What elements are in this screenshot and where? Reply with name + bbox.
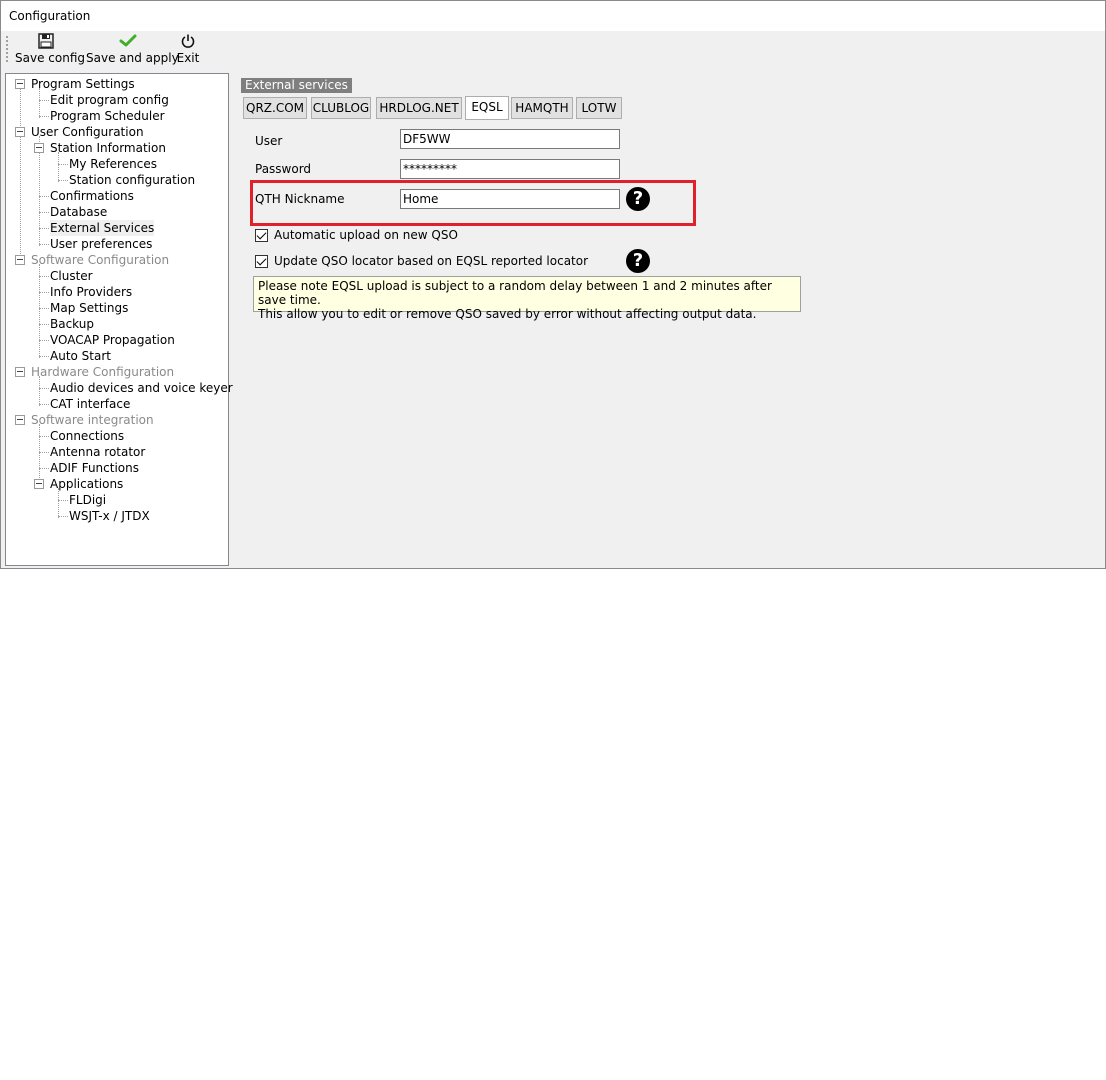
tree-line bbox=[39, 324, 49, 325]
tree-line bbox=[58, 488, 59, 518]
tree-line bbox=[39, 424, 40, 486]
password-label: Password bbox=[255, 162, 312, 176]
tree-item-map-settings[interactable]: Map Settings bbox=[50, 300, 128, 316]
tree-line bbox=[39, 244, 49, 245]
settings-tree: Program Settings Edit program config Pro… bbox=[5, 73, 233, 566]
group-caption: External services bbox=[241, 78, 352, 93]
tab-clublog[interactable]: CLUBLOG bbox=[311, 97, 371, 119]
user-label: User bbox=[255, 134, 283, 148]
tree-line bbox=[39, 292, 49, 293]
external-services-panel: External services QRZ.COM CLUBLOG HRDLOG… bbox=[231, 73, 1101, 564]
tree-line bbox=[39, 88, 40, 118]
tree-item-external-services[interactable]: External Services bbox=[50, 220, 155, 236]
save-config-button[interactable]: Save config bbox=[15, 33, 85, 67]
collapse-icon[interactable] bbox=[15, 415, 25, 425]
tree-line bbox=[39, 356, 49, 357]
save-and-apply-button[interactable]: Save and apply bbox=[86, 33, 179, 67]
tree-item-program-settings[interactable]: Program Settings bbox=[31, 76, 135, 92]
tree-item-applications[interactable]: Applications bbox=[50, 476, 123, 492]
upload-delay-note: Please note EQSL upload is subject to a … bbox=[253, 276, 801, 321]
tree-item-user-configuration[interactable]: User Configuration bbox=[31, 124, 144, 140]
tab-hamqth[interactable]: HAMQTH bbox=[511, 97, 573, 119]
tree-item-cluster[interactable]: Cluster bbox=[50, 268, 93, 284]
tree-line bbox=[39, 376, 40, 406]
tree-item-antenna-rotator[interactable]: Antenna rotator bbox=[50, 444, 145, 460]
window-title: Configuration bbox=[9, 9, 91, 23]
tab-hrdlog-net[interactable]: HRDLOG.NET bbox=[376, 97, 462, 119]
tree-line bbox=[39, 196, 49, 197]
tree-item-backup[interactable]: Backup bbox=[50, 316, 94, 332]
tree-item-database[interactable]: Database bbox=[50, 204, 107, 220]
save-config-label: Save config bbox=[15, 51, 85, 65]
tree-item-my-references[interactable]: My References bbox=[69, 156, 157, 172]
help-icon[interactable]: ? bbox=[626, 249, 650, 273]
tree-line bbox=[39, 340, 49, 341]
configuration-window: Configuration Save config Save and apply… bbox=[0, 0, 1106, 569]
tree-line bbox=[58, 152, 59, 182]
user-field[interactable]: DF5WW bbox=[400, 129, 620, 149]
tree-item-software-configuration[interactable]: Software Configuration bbox=[31, 252, 169, 268]
collapse-icon[interactable] bbox=[15, 367, 25, 377]
save-and-apply-label: Save and apply bbox=[86, 51, 179, 65]
tree-line bbox=[39, 100, 49, 101]
tab-lotw[interactable]: LOTW bbox=[576, 97, 622, 119]
tree-item-edit-program-config[interactable]: Edit program config bbox=[50, 92, 169, 108]
exit-label: Exit bbox=[176, 51, 200, 65]
update-locator-checkbox[interactable] bbox=[255, 255, 268, 268]
tree-line bbox=[58, 500, 68, 501]
update-locator-label: Update QSO locator based on EQSL reporte… bbox=[274, 254, 589, 268]
tree-line bbox=[39, 468, 49, 469]
tree-item-adif-functions[interactable]: ADIF Functions bbox=[50, 460, 139, 476]
tree-item-station-information[interactable]: Station Information bbox=[50, 140, 166, 156]
floppy-disk-icon bbox=[15, 33, 77, 51]
tree-item-user-preferences[interactable]: User preferences bbox=[50, 236, 152, 252]
tab-qrz-com[interactable]: QRZ.COM bbox=[243, 97, 307, 119]
tree-item-connections[interactable]: Connections bbox=[50, 428, 124, 444]
password-field[interactable]: ********* bbox=[400, 159, 620, 179]
tree-line bbox=[39, 212, 49, 213]
collapse-icon[interactable] bbox=[15, 127, 25, 137]
collapse-icon[interactable] bbox=[15, 79, 25, 89]
tree-line bbox=[39, 308, 49, 309]
tree-item-program-scheduler[interactable]: Program Scheduler bbox=[50, 108, 165, 124]
tree-item-audio-devices[interactable]: Audio devices and voice keyer bbox=[50, 380, 233, 396]
exit-button[interactable]: Exit bbox=[175, 33, 201, 67]
tree-item-confirmations[interactable]: Confirmations bbox=[50, 188, 134, 204]
tree-line bbox=[58, 516, 68, 517]
tree-line bbox=[39, 276, 49, 277]
qth-nickname-highlight-box bbox=[250, 180, 696, 226]
note-line-2: This allow you to edit or remove QSO sav… bbox=[258, 307, 757, 321]
auto-upload-checkbox[interactable] bbox=[255, 229, 268, 242]
tree-item-cat-interface[interactable]: CAT interface bbox=[50, 396, 130, 412]
tree-line bbox=[39, 116, 49, 117]
tree-item-hardware-configuration[interactable]: Hardware Configuration bbox=[31, 364, 174, 380]
tree-line bbox=[39, 404, 49, 405]
toolbar: Save config Save and apply Exit bbox=[1, 31, 1105, 69]
tree-line bbox=[58, 164, 68, 165]
tree-item-auto-start[interactable]: Auto Start bbox=[50, 348, 111, 364]
title-bar: Configuration bbox=[1, 1, 1105, 31]
tree-line bbox=[39, 388, 49, 389]
checkmark-icon bbox=[86, 33, 170, 51]
tree-line bbox=[39, 264, 40, 358]
power-icon bbox=[175, 33, 201, 51]
tree-item-info-providers[interactable]: Info Providers bbox=[50, 284, 132, 300]
collapse-icon[interactable] bbox=[34, 143, 44, 153]
tree-line bbox=[39, 436, 49, 437]
tree-item-fldigi[interactable]: FLDigi bbox=[69, 492, 106, 508]
tree-item-software-integration[interactable]: Software integration bbox=[31, 412, 154, 428]
tree-item-station-configuration[interactable]: Station configuration bbox=[69, 172, 195, 188]
auto-upload-label: Automatic upload on new QSO bbox=[274, 228, 458, 242]
tree-line bbox=[39, 228, 49, 229]
tab-eqsl[interactable]: EQSL bbox=[465, 96, 509, 120]
collapse-icon[interactable] bbox=[15, 255, 25, 265]
note-line-1: Please note EQSL upload is subject to a … bbox=[258, 279, 772, 307]
tree-line bbox=[39, 452, 49, 453]
tree-line bbox=[58, 180, 68, 181]
tree-item-voacap-propagation[interactable]: VOACAP Propagation bbox=[50, 332, 175, 348]
tree-item-wsjtx-jtdx[interactable]: WSJT-x / JTDX bbox=[69, 508, 150, 524]
toolbar-grip[interactable] bbox=[6, 36, 8, 64]
collapse-icon[interactable] bbox=[34, 479, 44, 489]
tree-line bbox=[20, 88, 21, 264]
